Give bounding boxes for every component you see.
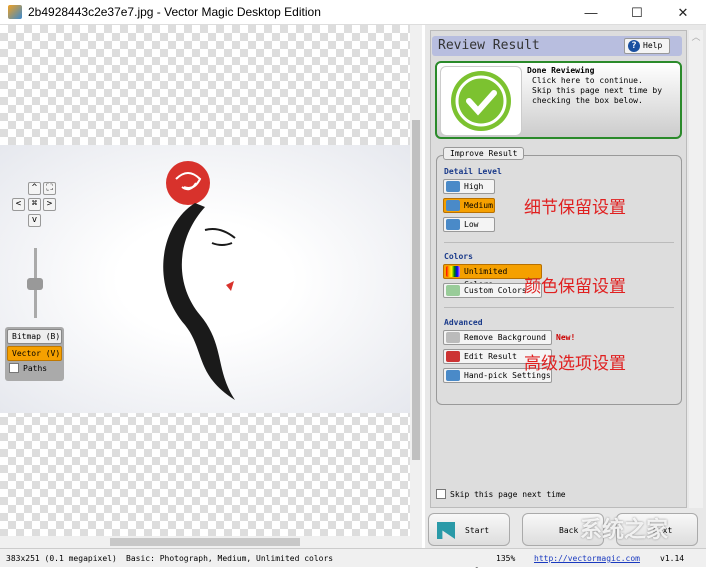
- title-bar: 2b4928443c2e37e7.jpg - Vector Magic Desk…: [0, 0, 706, 25]
- done-title: Done Reviewing: [527, 66, 595, 75]
- minimize-button[interactable]: —: [568, 0, 614, 25]
- detail-low-button[interactable]: Low: [443, 217, 495, 232]
- canvas-vertical-scrollbar[interactable]: [410, 25, 422, 548]
- pan-down-button[interactable]: v: [28, 214, 41, 227]
- website-link[interactable]: http://vectormagic.com: [534, 549, 640, 568]
- app-icon: [8, 5, 22, 19]
- colors-heading: Colors: [444, 252, 473, 261]
- view-mode-box: Bitmap (B) Vector (V) Paths: [5, 327, 64, 381]
- refresh-icon: [446, 181, 460, 192]
- maximize-button[interactable]: ☐: [614, 0, 660, 25]
- paths-checkbox[interactable]: [9, 363, 19, 373]
- checkmark-icon: [440, 66, 522, 136]
- help-icon: ?: [628, 40, 640, 52]
- remove-background-button[interactable]: Remove Background: [443, 330, 552, 345]
- annotation-colors: 颜色保留设置: [524, 277, 626, 297]
- rose-icon: [166, 161, 210, 205]
- detail-level-heading: Detail Level: [444, 167, 502, 176]
- refresh-icon: [446, 219, 460, 230]
- annotation-advanced: 高级选项设置: [524, 354, 626, 374]
- pencil-icon: [446, 351, 460, 362]
- paths-label: Paths: [23, 363, 48, 373]
- page-title: Review Result: [438, 38, 540, 53]
- palette-icon: [446, 285, 460, 296]
- advanced-heading: Advanced: [444, 318, 483, 327]
- zoom-fit-button[interactable]: ⛶: [43, 182, 56, 195]
- skip-back-icon: [437, 522, 455, 539]
- refresh-icon: [446, 200, 460, 211]
- skip-page-option[interactable]: Skip this page next time: [436, 489, 566, 499]
- status-size: 383x251 (0.1 megapixel): [6, 554, 117, 563]
- status-zoom: 135%: [496, 554, 516, 563]
- start-page-button[interactable]: Start Page: [428, 513, 510, 568]
- done-reviewing-button[interactable]: Done Reviewing Click here to continue. Sk…: [435, 61, 682, 139]
- undo-icon: [446, 370, 460, 381]
- done-bullet: Skip this page next time by checking the…: [532, 86, 663, 105]
- scissors-icon: [446, 332, 460, 343]
- canvas-horizontal-scrollbar[interactable]: [0, 536, 410, 548]
- status-bar: 383x251 (0.1 megapixel) Basic: Photograp…: [0, 548, 706, 567]
- bitmap-mode-button[interactable]: Bitmap (B): [7, 329, 62, 344]
- zoom-slider[interactable]: [27, 248, 43, 318]
- status-version: v1.14: [660, 554, 685, 563]
- status-settings: Basic: Photograph, Medium, Unlimited col…: [126, 554, 334, 563]
- detail-high-button[interactable]: High: [443, 179, 495, 194]
- detail-medium-button[interactable]: Medium: [443, 198, 495, 213]
- zoom-slider-knob[interactable]: [27, 278, 43, 290]
- close-button[interactable]: ✕: [660, 0, 706, 25]
- pan-right-button[interactable]: >: [43, 198, 56, 211]
- vector-mode-button[interactable]: Vector (V): [7, 346, 62, 361]
- watermark: 系统之家: [580, 518, 669, 543]
- image-canvas[interactable]: [0, 25, 410, 548]
- help-label: Help: [643, 41, 663, 50]
- pan-left-button[interactable]: <: [12, 198, 25, 211]
- improve-result-label: Improve Result: [443, 147, 525, 160]
- skip-checkbox[interactable]: [436, 489, 446, 499]
- panel-scrollbar[interactable]: ︿: [689, 30, 703, 508]
- window-title: 2b4928443c2e37e7.jpg - Vector Magic Desk…: [28, 5, 321, 19]
- new-badge: New!: [556, 333, 576, 342]
- help-button[interactable]: ? Help: [624, 38, 670, 54]
- done-bullet: Click here to continue.: [532, 76, 643, 85]
- rainbow-icon: [446, 266, 460, 277]
- center-button[interactable]: ⌘: [28, 198, 41, 211]
- skip-label: Skip this page next time: [450, 489, 566, 499]
- pan-up-button[interactable]: ^: [28, 182, 41, 195]
- annotation-detail: 细节保留设置: [524, 198, 626, 218]
